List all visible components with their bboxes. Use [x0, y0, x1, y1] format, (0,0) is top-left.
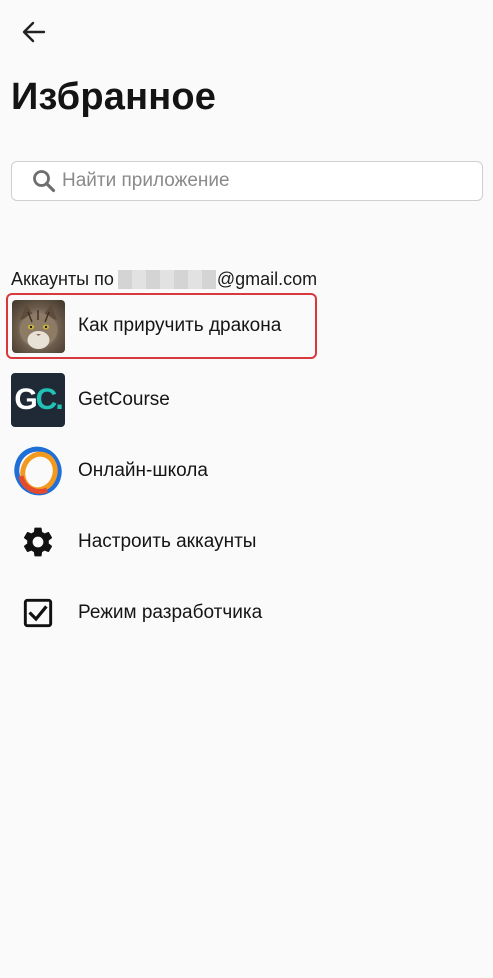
gear-icon [23, 527, 53, 556]
online-school-logo-icon [14, 446, 62, 495]
list-item-label: Режим разработчика [78, 601, 263, 623]
list-item-label: Онлайн-школа [78, 459, 208, 481]
accounts-prefix: Аккаунты по [11, 269, 114, 289]
list-item-label: Как приручить дракона [78, 315, 282, 336]
search-icon [33, 170, 56, 193]
list-item-getcourse[interactable]: G C. GetCourse [0, 364, 493, 435]
back-button[interactable] [18, 18, 50, 46]
accounts-header: Аккаунты по @gmail.com [11, 269, 317, 290]
list-item-developer-mode[interactable]: Режим разработчика [0, 577, 493, 648]
email-suffix: @gmail.com [216, 269, 318, 289]
getcourse-logo-icon: G C. [11, 372, 65, 427]
list-item-dragon[interactable]: Как приручить дракона [6, 293, 317, 359]
masked-email [117, 270, 216, 289]
checkbox-icon [23, 598, 53, 627]
avatar-icon [11, 299, 65, 353]
search-input[interactable] [62, 170, 482, 192]
list-item-label: GetCourse [78, 388, 170, 410]
search-box[interactable] [11, 161, 483, 201]
list-item-label: Настроить аккаунты [78, 530, 257, 552]
list-item-account-settings[interactable]: Настроить аккаунты [0, 506, 493, 577]
list-item-online-school[interactable]: Онлайн-школа [0, 435, 493, 506]
arrow-left-icon [22, 21, 46, 43]
accounts-list: Как приручить дракона G C. GetCourse Онла… [0, 293, 493, 648]
page-title: Избранное [11, 76, 217, 118]
